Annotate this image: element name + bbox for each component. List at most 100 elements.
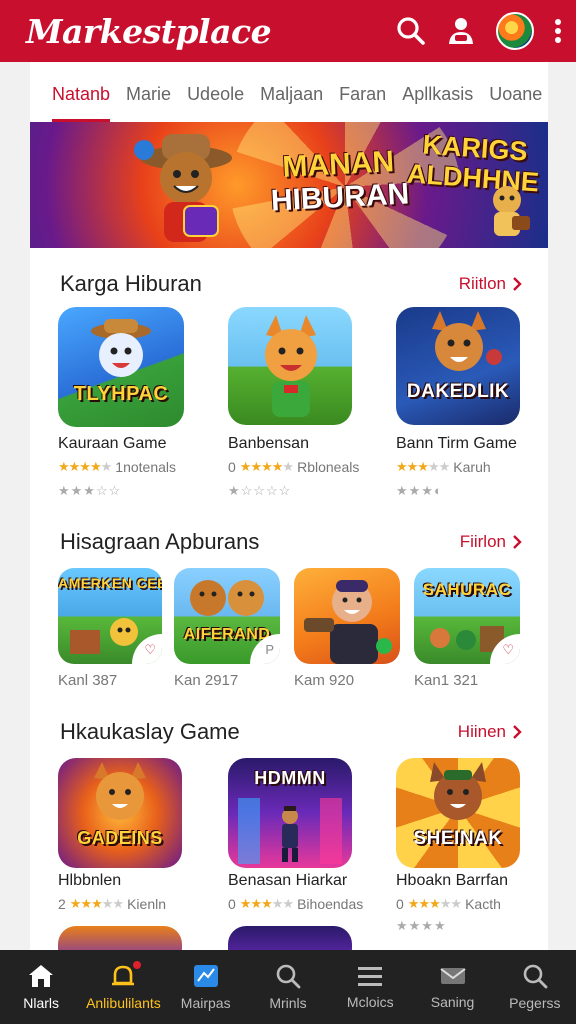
app-row-hisagraan-apburans: AMERKEN CEEHB'S ♡ Kanl 387 AIFERAND P Ka… bbox=[30, 568, 548, 698]
profile-icon[interactable] bbox=[446, 16, 476, 46]
search-icon bbox=[275, 963, 301, 989]
app-tile-image[interactable]: AIFERAND P bbox=[174, 568, 280, 664]
rating-label: 1notenals bbox=[115, 459, 176, 475]
nav-label: Nlarls bbox=[23, 995, 60, 1011]
more-vert-icon[interactable] bbox=[554, 18, 562, 44]
app-rating: 0 ★★★★★ Kacth bbox=[396, 896, 501, 912]
app-card[interactable]: TLYHPAC Kauraan Game ★★★★★ 1notenals ★★★… bbox=[58, 307, 198, 507]
rating-stars: ★★★★★ bbox=[239, 459, 294, 474]
app-download-count: Kam 920 bbox=[294, 672, 355, 689]
chevron-right-icon bbox=[512, 724, 522, 740]
rating-label: Kienln bbox=[127, 896, 166, 912]
rating-stars: ★★★★★ bbox=[396, 459, 450, 474]
rating-label: Bihoendas bbox=[297, 896, 364, 912]
app-tile-image[interactable]: SAHURAC ♡ bbox=[414, 568, 520, 664]
app-tile-image[interactable]: SHEINAK bbox=[396, 758, 520, 868]
home-icon bbox=[27, 963, 55, 989]
app-card[interactable]: Banbensan 0 ★★★★★ Rbloneals ★☆☆☆☆ bbox=[228, 307, 378, 507]
app-tile-title: TLYHPAC bbox=[73, 383, 169, 405]
secondary-rating-stars: ★★★★ bbox=[396, 918, 447, 933]
promo-banner[interactable]: MANAN HIBURAN KARIGS ALDHHNE bbox=[30, 122, 548, 248]
nav-list[interactable]: Mcloics bbox=[329, 950, 411, 1024]
nav-search[interactable]: Mrinls bbox=[247, 950, 329, 1024]
app-tile-image[interactable] bbox=[228, 307, 352, 425]
search-icon[interactable] bbox=[396, 16, 426, 46]
app-tile-title: SHEINAK bbox=[413, 828, 503, 849]
secondary-rating-stars: ★★★◐ bbox=[396, 483, 443, 498]
section-title: Hisagraan Apburans bbox=[60, 529, 260, 554]
map-icon bbox=[192, 963, 220, 989]
chevron-right-icon bbox=[512, 534, 522, 550]
app-tile-image[interactable] bbox=[58, 926, 182, 950]
tab-natanb[interactable]: Natanb bbox=[52, 62, 111, 122]
notification-badge bbox=[130, 959, 143, 971]
nav-maps[interactable]: Mairpas bbox=[165, 950, 247, 1024]
app-tile-image[interactable]: HDMMN bbox=[228, 758, 352, 868]
app-row-hkaukaslay-game: GADEINS Hlbbnlen 2 ★★★★★ Kienln HDMMN Be… bbox=[30, 758, 548, 950]
tab-apllkasis[interactable]: Apllkasis bbox=[402, 62, 473, 122]
app-bar: Markestplace bbox=[0, 0, 576, 62]
app-title: Markestplace bbox=[26, 11, 272, 51]
app-rating: 0 ★★★★★ Rbloneals bbox=[228, 459, 359, 475]
nav-label: Mrinls bbox=[269, 995, 307, 1011]
rating-stars: ★★★★★ bbox=[58, 459, 112, 474]
app-tile-title: HDMMN bbox=[254, 768, 326, 788]
see-more-label: Riitlon bbox=[458, 274, 506, 293]
app-tile-title: SAHURAC bbox=[422, 580, 512, 599]
search-icon bbox=[522, 963, 548, 989]
app-card[interactable]: GADEINS Hlbbnlen 2 ★★★★★ Kienln bbox=[58, 758, 198, 950]
nav-home[interactable]: Nlarls bbox=[0, 950, 82, 1024]
nav-label: Mcloics bbox=[346, 994, 394, 1010]
tab-marie[interactable]: Marie bbox=[126, 62, 171, 122]
tab-maljaan[interactable]: Maljaan bbox=[260, 62, 323, 122]
rating-number: 0 bbox=[396, 896, 404, 912]
app-tile-image[interactable]: GADEINS bbox=[58, 758, 182, 868]
avatar[interactable] bbox=[496, 12, 534, 50]
rating-stars: ★★★★★ bbox=[407, 896, 462, 911]
rating-label: Karuh bbox=[453, 459, 491, 475]
nav-pages[interactable]: Pegerss bbox=[494, 950, 576, 1024]
app-name: Banbensan bbox=[228, 435, 309, 452]
app-tile-image[interactable]: DAKEDLIK bbox=[396, 307, 520, 425]
app-tile-image[interactable] bbox=[228, 926, 352, 950]
app-card[interactable]: AIFERAND P Kan 2917 bbox=[174, 568, 284, 693]
section-header-karga-hiburan: Karga Hiburan Riitlon bbox=[30, 264, 548, 304]
nav-label: Saning bbox=[430, 994, 475, 1010]
app-card[interactable]: SHEINAK Hboakn Barrfan 0 ★★★★★ Kacth ★★★… bbox=[396, 758, 546, 950]
app-card[interactable]: AMERKEN CEEHB'S ♡ Kanl 387 bbox=[58, 568, 168, 693]
rating-stars: ★★★★★ bbox=[239, 896, 294, 911]
app-name: Kauraan Game bbox=[58, 435, 167, 452]
app-name: Benasan Hiarkar bbox=[228, 872, 348, 889]
secondary-rating-stars: ★☆☆☆☆ bbox=[228, 483, 292, 498]
banner-mascot-illustration bbox=[493, 186, 530, 236]
app-rating: ★★★★★ 1notenals bbox=[58, 459, 176, 475]
app-tile-image[interactable]: AMERKEN CEEHB'S ♡ bbox=[58, 568, 162, 664]
see-more-link[interactable]: Riitlon bbox=[459, 274, 522, 294]
tab-faran[interactable]: Faran bbox=[339, 62, 386, 122]
app-tile-title: GADEINS bbox=[77, 828, 163, 848]
list-icon bbox=[356, 964, 384, 988]
tab-uoane[interactable]: Uoane bbox=[489, 62, 542, 122]
rating-number: 2 bbox=[58, 896, 66, 912]
see-more-link[interactable]: Fiirlon bbox=[460, 532, 522, 552]
tab-udeole[interactable]: Udeole bbox=[187, 62, 244, 122]
app-rating: ★★★★★ Karuh bbox=[396, 459, 491, 475]
section-header-hkaukaslay-game: Hkaukaslay Game Hiinen bbox=[30, 712, 548, 752]
secondary-rating-stars: ★★★☆☆ bbox=[58, 483, 122, 498]
nav-notifications[interactable]: Anlibulilants bbox=[82, 950, 164, 1024]
app-card[interactable]: DAKEDLIK Bann Tirm Game ★★★★★ Karuh ★★★◐ bbox=[396, 307, 536, 507]
bottom-navigation: Nlarls Anlibulilants Mairpas Mrinls Mclo… bbox=[0, 950, 576, 1024]
app-name: Bann Tirm Game bbox=[396, 435, 517, 452]
app-card[interactable]: Kam 920 bbox=[294, 568, 404, 693]
rating-label: Rbloneals bbox=[297, 459, 360, 475]
content-sheet: Natanb Marie Udeole Maljaan Faran Apllka… bbox=[30, 62, 548, 950]
banner-headline-1: MANAN HIBURAN bbox=[268, 144, 410, 217]
app-tile-image[interactable]: TLYHPAC bbox=[58, 307, 184, 427]
app-card[interactable]: HDMMN Benasan Hiarkar 0 ★★★★★ Bihoendas bbox=[228, 758, 378, 950]
nav-mail[interactable]: Saning bbox=[411, 950, 493, 1024]
app-card[interactable]: SAHURAC ♡ Kan1 321 bbox=[414, 568, 534, 693]
see-more-link[interactable]: Hiinen bbox=[458, 722, 522, 742]
section-header-hisagraan-apburans: Hisagraan Apburans Fiirlon bbox=[30, 522, 548, 562]
rating-stars: ★★★★★ bbox=[69, 896, 124, 911]
app-tile-image[interactable] bbox=[294, 568, 400, 664]
